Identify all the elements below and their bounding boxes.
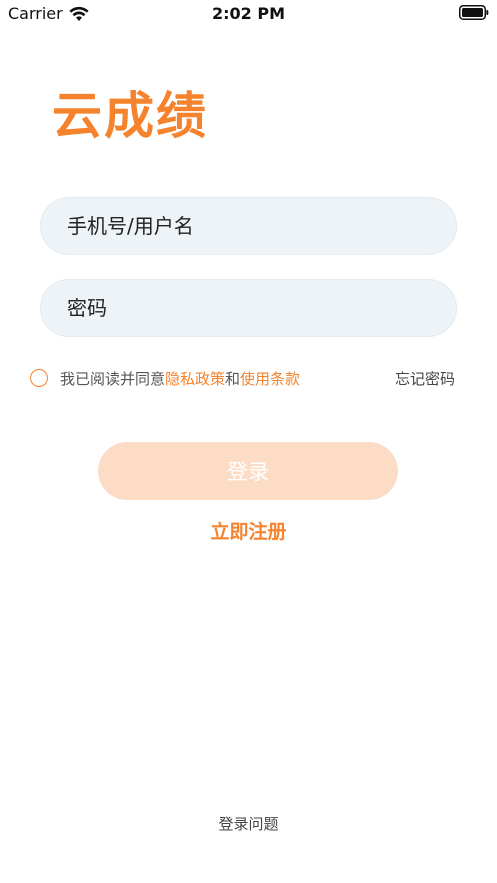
username-field-container xyxy=(40,197,457,255)
password-input[interactable] xyxy=(41,280,456,336)
agreement-prefix: 我已阅读并同意 xyxy=(60,369,166,388)
status-bar: Carrier 2:02 PM xyxy=(0,0,497,30)
password-field-container xyxy=(40,279,457,337)
battery-icon xyxy=(459,5,489,20)
login-button[interactable]: 登录 xyxy=(98,442,398,500)
app-logo: 云成绩 xyxy=(52,87,208,145)
privacy-policy-link[interactable]: 隐私政策 xyxy=(165,368,225,389)
terms-of-use-link[interactable]: 使用条款 xyxy=(240,368,300,389)
login-problem-link[interactable]: 登录问题 xyxy=(0,813,497,834)
status-time: 2:02 PM xyxy=(211,4,285,23)
forgot-password-link[interactable]: 忘记密码 xyxy=(395,368,455,389)
agreement-conjunction: 和 xyxy=(225,369,241,388)
agreement-row: 我已阅读并同意 隐私政策 和 使用条款 xyxy=(30,366,300,390)
checkbox-circle-icon[interactable] xyxy=(30,369,48,387)
register-link[interactable]: 立即注册 xyxy=(0,517,497,544)
username-input[interactable] xyxy=(41,198,456,254)
